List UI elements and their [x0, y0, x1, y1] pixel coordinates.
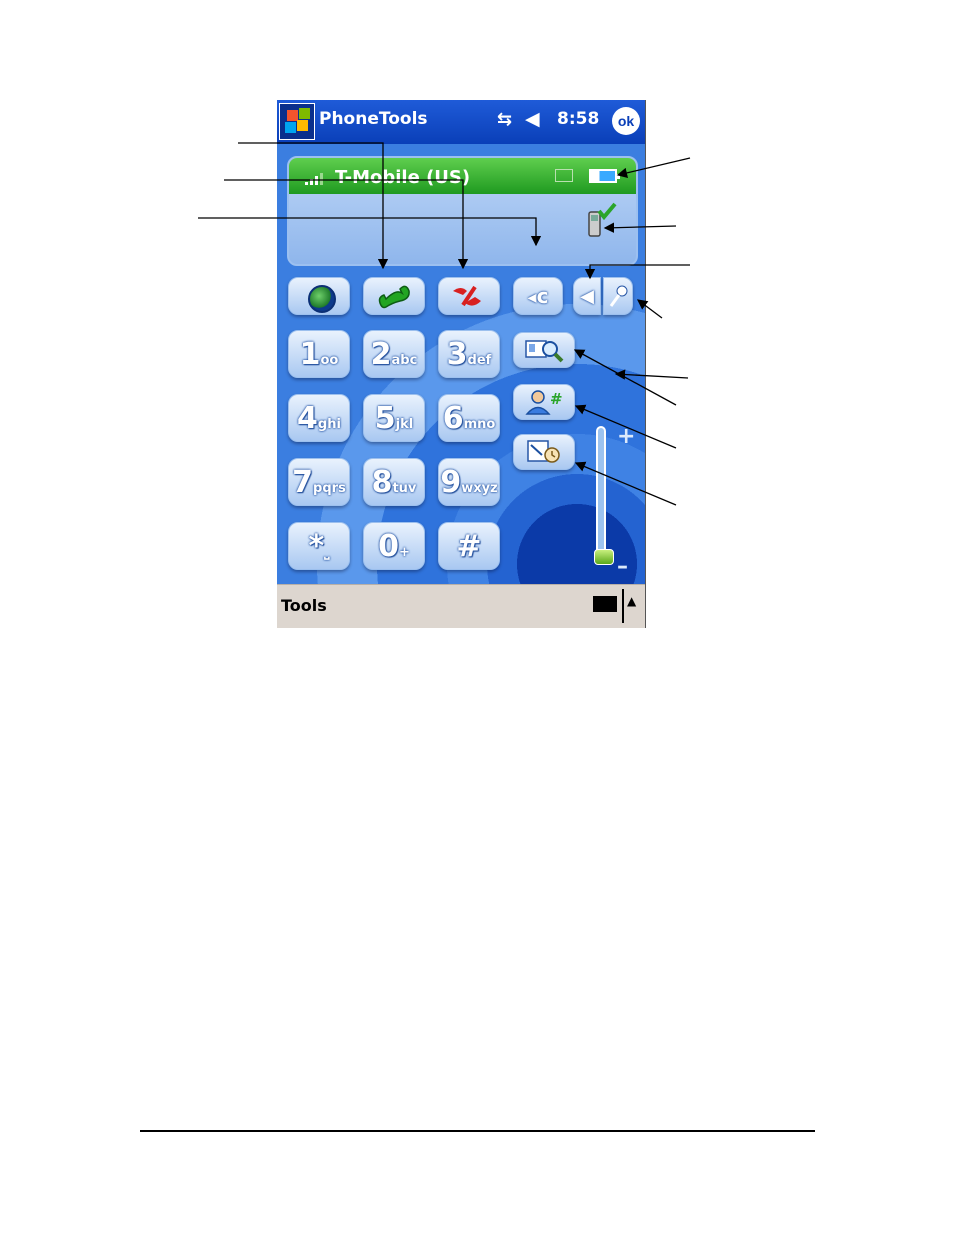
key-digit: 0	[378, 528, 399, 564]
speaker-muted-icon[interactable]: ◀	[525, 108, 540, 130]
clear-label: c	[536, 284, 549, 308]
speaker-button[interactable]: ◀	[573, 277, 601, 315]
key-digit: #	[456, 528, 482, 564]
microphone-icon	[609, 285, 628, 307]
carrier-name: T-Mobile (US)	[335, 167, 471, 188]
hang-up-button[interactable]	[438, 277, 500, 315]
connectivity-icon[interactable]: ⇆	[497, 109, 512, 130]
pocket-pc-screen: PhoneTools ⇆ ◀ 8:58 ok T-Mobile (US) ◂c …	[277, 100, 646, 628]
phone-pickup-icon	[378, 285, 410, 309]
key-8[interactable]: 8tuv	[363, 458, 425, 506]
key-letters: pqrs	[313, 480, 346, 496]
key-7[interactable]: 7pqrs	[288, 458, 350, 506]
phone-content: T-Mobile (US) ◂c ◀ 1oo 2abc 3def 4ghi 5j…	[277, 144, 645, 628]
key-2[interactable]: 2abc	[363, 330, 425, 378]
phonebook-search-button[interactable]	[513, 332, 575, 368]
key-letters: ⎵	[324, 544, 330, 560]
app-title: PhoneTools	[319, 109, 428, 129]
menu-divider	[622, 589, 624, 623]
call-log-icon	[527, 440, 560, 463]
key-hash[interactable]: #	[438, 522, 500, 570]
key-6[interactable]: 6mno	[438, 394, 500, 442]
clock[interactable]: 8:58	[557, 109, 599, 129]
phone-hangup-icon	[453, 285, 481, 307]
keyboard-icon[interactable]	[593, 596, 617, 612]
key-digit: 3	[446, 336, 468, 372]
key-0[interactable]: 0+	[363, 522, 425, 570]
key-digit: *	[308, 528, 325, 564]
key-letters: tuv	[392, 480, 417, 496]
key-letters: def	[467, 352, 492, 368]
tools-menu[interactable]: Tools	[281, 596, 327, 615]
key-digit: 8	[371, 464, 393, 500]
volume-plus-icon: +	[617, 424, 636, 449]
key-letters: jkl	[395, 416, 414, 432]
input-panel-arrow-icon[interactable]: ▲	[627, 594, 636, 608]
key-letters: wxyz	[461, 480, 498, 496]
battery-icon	[589, 169, 620, 183]
title-bar: PhoneTools ⇆ ◀ 8:58 ok	[277, 100, 645, 144]
clear-button[interactable]: ◂c	[513, 277, 563, 315]
footer-rule	[140, 1130, 815, 1132]
signal-strength-icon	[305, 171, 329, 185]
start-menu-icon[interactable]	[279, 103, 315, 140]
menu-bar: Tools ▲	[277, 584, 645, 628]
call-button[interactable]	[363, 277, 425, 315]
key-letters: +	[398, 544, 410, 560]
carrier-bar: T-Mobile (US)	[289, 158, 636, 194]
key-3[interactable]: 3def	[438, 330, 500, 378]
key-star[interactable]: *⎵	[288, 522, 350, 570]
key-digit: 5	[374, 400, 396, 436]
key-digit: 9	[440, 464, 462, 500]
key-digit: 2	[370, 336, 392, 372]
ok-button[interactable]: ok	[612, 107, 640, 135]
phone-status-icon	[588, 202, 617, 237]
volume-slider-thumb[interactable]	[594, 549, 614, 565]
contact-number-icon: #	[525, 390, 563, 415]
key-letters: ghi	[317, 416, 341, 432]
key-digit: 4	[297, 400, 318, 436]
key-letters: abc	[391, 352, 418, 368]
key-5[interactable]: 5jkl	[363, 394, 425, 442]
volume-slider[interactable]	[596, 426, 606, 562]
microphone-button[interactable]	[603, 277, 633, 315]
contacts-number-button[interactable]: #	[513, 384, 575, 420]
key-digit: 1	[299, 336, 321, 372]
call-log-button[interactable]	[513, 434, 575, 470]
key-1[interactable]: 1oo	[288, 330, 350, 378]
svg-text:#: #	[550, 390, 563, 408]
key-digit: 6	[442, 400, 464, 436]
status-panel: T-Mobile (US)	[287, 156, 638, 266]
key-9[interactable]: 9wxyz	[438, 458, 500, 506]
key-4[interactable]: 4ghi	[288, 394, 350, 442]
phonebook-search-icon	[525, 340, 564, 363]
speaker-icon: ◀	[580, 285, 594, 307]
clear-arrow-icon: ◂	[527, 287, 537, 308]
key-letters: mno	[463, 416, 496, 432]
message-icon	[555, 169, 573, 182]
internet-button[interactable]	[288, 277, 350, 315]
volume-minus-icon: –	[617, 554, 628, 579]
globe-icon	[308, 285, 336, 313]
voicemail-icon: oo	[320, 352, 339, 368]
key-digit: 7	[292, 464, 314, 500]
